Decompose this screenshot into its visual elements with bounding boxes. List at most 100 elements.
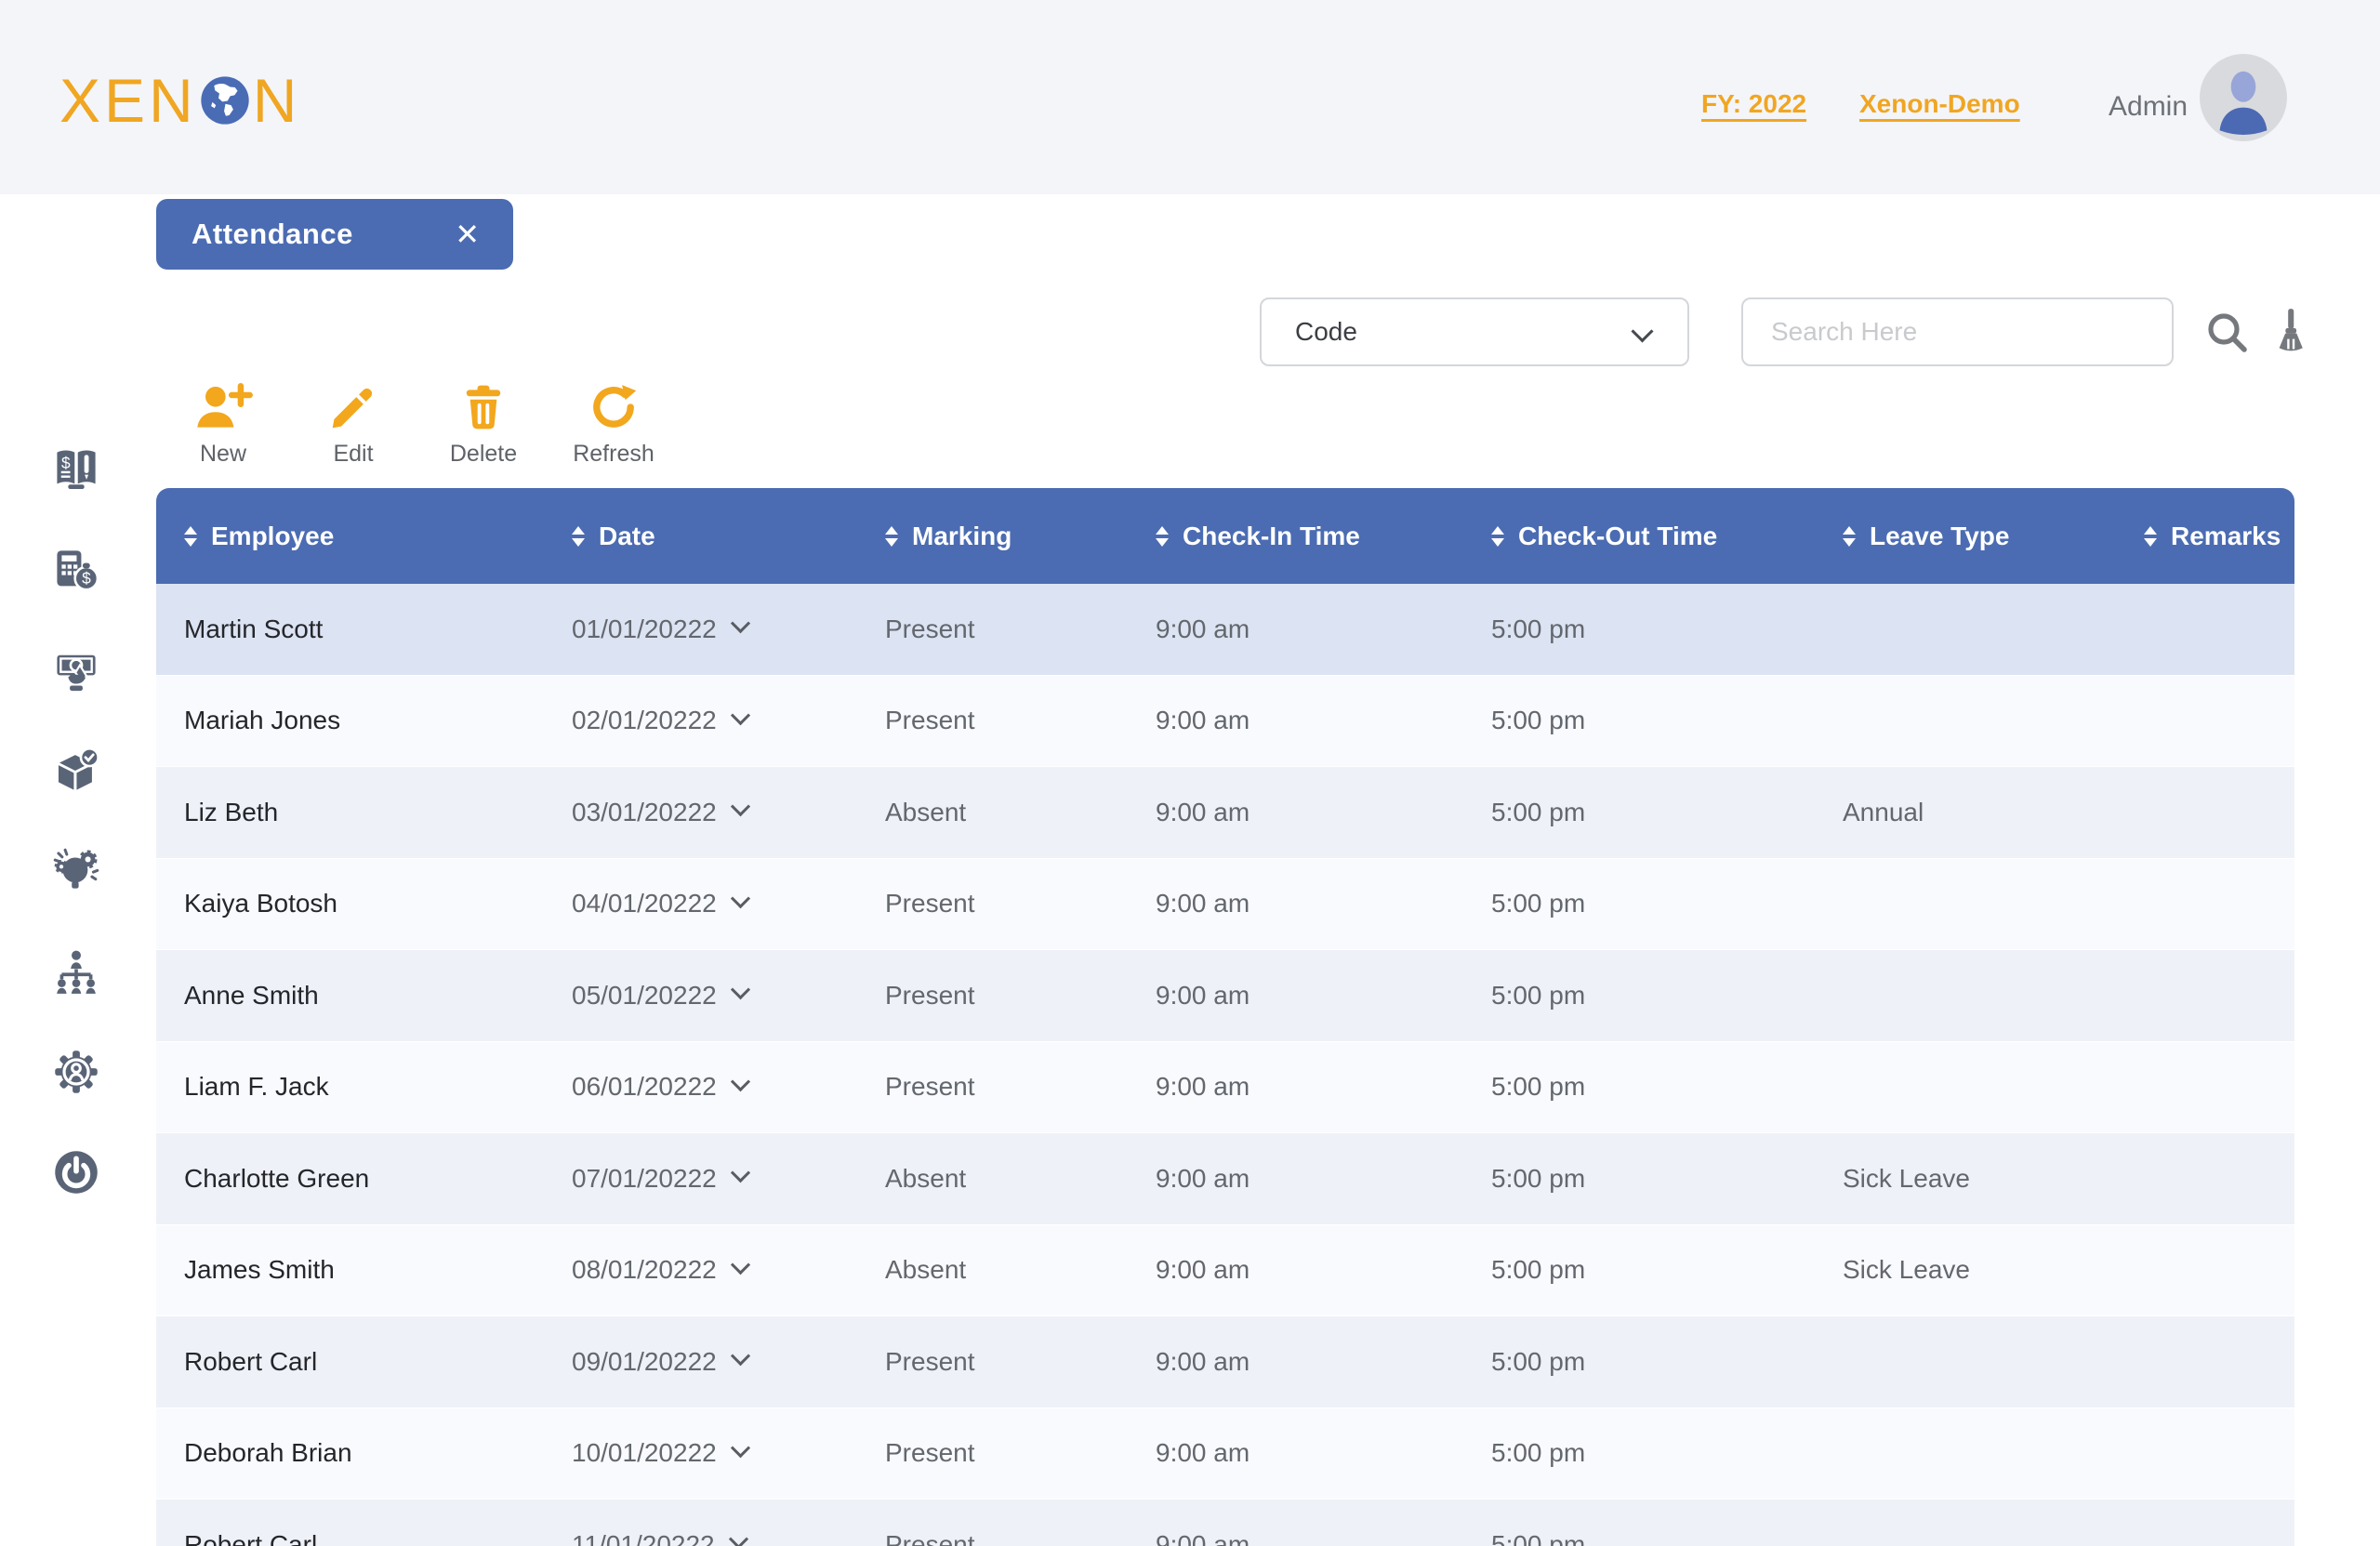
- cash-payment-icon[interactable]: [52, 646, 100, 694]
- power-logout-icon[interactable]: [52, 1148, 100, 1196]
- table-row[interactable]: Kaiya Botosh 04/01/20222 Present 9:00 am…: [156, 859, 2294, 951]
- table-row[interactable]: Robert Carl 11/01/20222 Present 9:00 am …: [156, 1500, 2294, 1546]
- search-input[interactable]: [1743, 299, 2172, 364]
- column-header-label: Leave Type: [1870, 522, 2009, 551]
- employee-cell: Liz Beth: [156, 798, 544, 827]
- check-out-cell: 5:00 pm: [1463, 614, 1815, 644]
- refresh-button[interactable]: Refresh: [569, 383, 658, 468]
- date-cell[interactable]: 10/01/20222: [544, 1438, 857, 1468]
- fiscal-year-link[interactable]: FY: 2022: [1701, 89, 1806, 119]
- refresh-icon: [589, 383, 638, 431]
- employee-cell: Mariah Jones: [156, 706, 544, 735]
- date-cell[interactable]: 02/01/20222: [544, 706, 857, 735]
- payroll-calculator-icon[interactable]: $: [52, 546, 100, 594]
- date-value: 05/01/20222: [572, 981, 717, 1011]
- chevron-down-icon[interactable]: [731, 1438, 750, 1458]
- user-avatar[interactable]: [2200, 54, 2287, 141]
- column-header-remarks[interactable]: Remarks: [2116, 522, 2294, 551]
- logo-text-suffix: N: [253, 65, 301, 136]
- chevron-down-icon[interactable]: [731, 614, 750, 634]
- chevron-down-icon[interactable]: [729, 1530, 748, 1546]
- date-cell[interactable]: 07/01/20222: [544, 1164, 857, 1194]
- org-hierarchy-icon[interactable]: [52, 947, 100, 996]
- table-row[interactable]: Mariah Jones 02/01/20222 Present 9:00 am…: [156, 676, 2294, 768]
- globe-icon: [199, 74, 251, 126]
- new-button-label: New: [200, 441, 246, 468]
- inventory-check-icon[interactable]: [52, 747, 100, 795]
- check-in-cell: 9:00 am: [1128, 889, 1463, 918]
- column-header-label: Check-Out Time: [1518, 522, 1717, 551]
- column-header-leave-type[interactable]: Leave Type: [1815, 522, 2116, 551]
- column-header-label: Check-In Time: [1183, 522, 1360, 551]
- marking-cell: Present: [857, 706, 1128, 735]
- employee-cell: James Smith: [156, 1255, 544, 1285]
- close-icon[interactable]: ✕: [455, 199, 480, 270]
- check-out-cell: 5:00 pm: [1463, 1438, 1815, 1468]
- chevron-down-icon: [1631, 320, 1653, 342]
- field-dropdown[interactable]: Code: [1260, 297, 1689, 366]
- tenant-link[interactable]: Xenon-Demo: [1859, 89, 2020, 119]
- column-header-check-out[interactable]: Check-Out Time: [1463, 522, 1815, 551]
- top-bar: XEN N FY: 2022 Xenon-Demo Admin: [0, 0, 2380, 194]
- date-cell[interactable]: 09/01/20222: [544, 1347, 857, 1377]
- check-in-cell: 9:00 am: [1128, 706, 1463, 735]
- user-settings-icon[interactable]: [52, 1048, 100, 1096]
- table-row[interactable]: Martin Scott 01/01/20222 Present 9:00 am…: [156, 584, 2294, 676]
- marking-cell: Present: [857, 614, 1128, 644]
- chevron-down-icon[interactable]: [731, 1255, 750, 1275]
- date-cell[interactable]: 05/01/20222: [544, 981, 857, 1011]
- table-row[interactable]: Liz Beth 03/01/20222 Absent 9:00 am 5:00…: [156, 767, 2294, 859]
- column-header-date[interactable]: Date: [544, 522, 857, 551]
- column-header-check-in[interactable]: Check-In Time: [1128, 522, 1463, 551]
- date-value: 08/01/20222: [572, 1255, 717, 1285]
- check-in-cell: 9:00 am: [1128, 1164, 1463, 1194]
- employee-cell: Anne Smith: [156, 981, 544, 1011]
- table-row[interactable]: Anne Smith 05/01/20222 Present 9:00 am 5…: [156, 950, 2294, 1042]
- table-row[interactable]: James Smith 08/01/20222 Absent 9:00 am 5…: [156, 1225, 2294, 1317]
- table-row[interactable]: Robert Carl 09/01/20222 Present 9:00 am …: [156, 1316, 2294, 1408]
- new-button[interactable]: New: [178, 383, 268, 468]
- delete-button-label: Delete: [450, 441, 517, 468]
- field-dropdown-value: Code: [1295, 317, 1357, 347]
- date-value: 03/01/20222: [572, 798, 717, 827]
- date-cell[interactable]: 08/01/20222: [544, 1255, 857, 1285]
- chevron-down-icon[interactable]: [731, 1347, 750, 1367]
- refresh-button-label: Refresh: [573, 441, 654, 468]
- date-cell[interactable]: 03/01/20222: [544, 798, 857, 827]
- chevron-down-icon[interactable]: [731, 798, 750, 817]
- search-icon[interactable]: [2205, 311, 2250, 355]
- delete-button[interactable]: Delete: [439, 383, 528, 468]
- chevron-down-icon[interactable]: [731, 706, 750, 725]
- column-header-employee[interactable]: Employee: [156, 522, 544, 551]
- date-cell[interactable]: 06/01/20222: [544, 1072, 857, 1102]
- date-cell[interactable]: 04/01/20222: [544, 889, 857, 918]
- svg-text:$: $: [61, 454, 71, 472]
- attendance-app: XEN N FY: 2022 Xenon-Demo Admin: [0, 0, 2380, 1546]
- date-cell[interactable]: 11/01/20222: [544, 1530, 857, 1546]
- check-out-cell: 5:00 pm: [1463, 1530, 1815, 1546]
- table-row[interactable]: Charlotte Green 07/01/20222 Absent 9:00 …: [156, 1133, 2294, 1225]
- idea-gears-icon[interactable]: [52, 847, 100, 895]
- check-out-cell: 5:00 pm: [1463, 889, 1815, 918]
- table-row[interactable]: Liam F. Jack 06/01/20222 Present 9:00 am…: [156, 1042, 2294, 1134]
- column-header-marking[interactable]: Marking: [857, 522, 1128, 551]
- person-icon: [2200, 54, 2287, 141]
- tab-attendance[interactable]: Attendance ✕: [156, 199, 513, 270]
- clear-filter-broom-icon[interactable]: [2267, 305, 2315, 357]
- table-row[interactable]: Deborah Brian 10/01/20222 Present 9:00 a…: [156, 1408, 2294, 1500]
- date-cell[interactable]: 01/01/20222: [544, 614, 857, 644]
- search-box: [1741, 297, 2174, 366]
- check-out-cell: 5:00 pm: [1463, 1072, 1815, 1102]
- check-in-cell: 9:00 am: [1128, 798, 1463, 827]
- edit-button[interactable]: Edit: [309, 383, 398, 468]
- chevron-down-icon[interactable]: [731, 981, 750, 1000]
- toolbar: New Edit Delete Refresh: [178, 383, 658, 468]
- marking-cell: Absent: [857, 798, 1128, 827]
- chevron-down-icon[interactable]: [731, 1164, 750, 1183]
- sort-icon: [1843, 526, 1856, 547]
- leave-type-cell: Annual: [1815, 798, 2116, 827]
- sort-icon: [1491, 526, 1504, 547]
- chevron-down-icon[interactable]: [731, 1072, 750, 1091]
- accounting-ledger-icon[interactable]: $: [52, 445, 100, 494]
- chevron-down-icon[interactable]: [731, 889, 750, 908]
